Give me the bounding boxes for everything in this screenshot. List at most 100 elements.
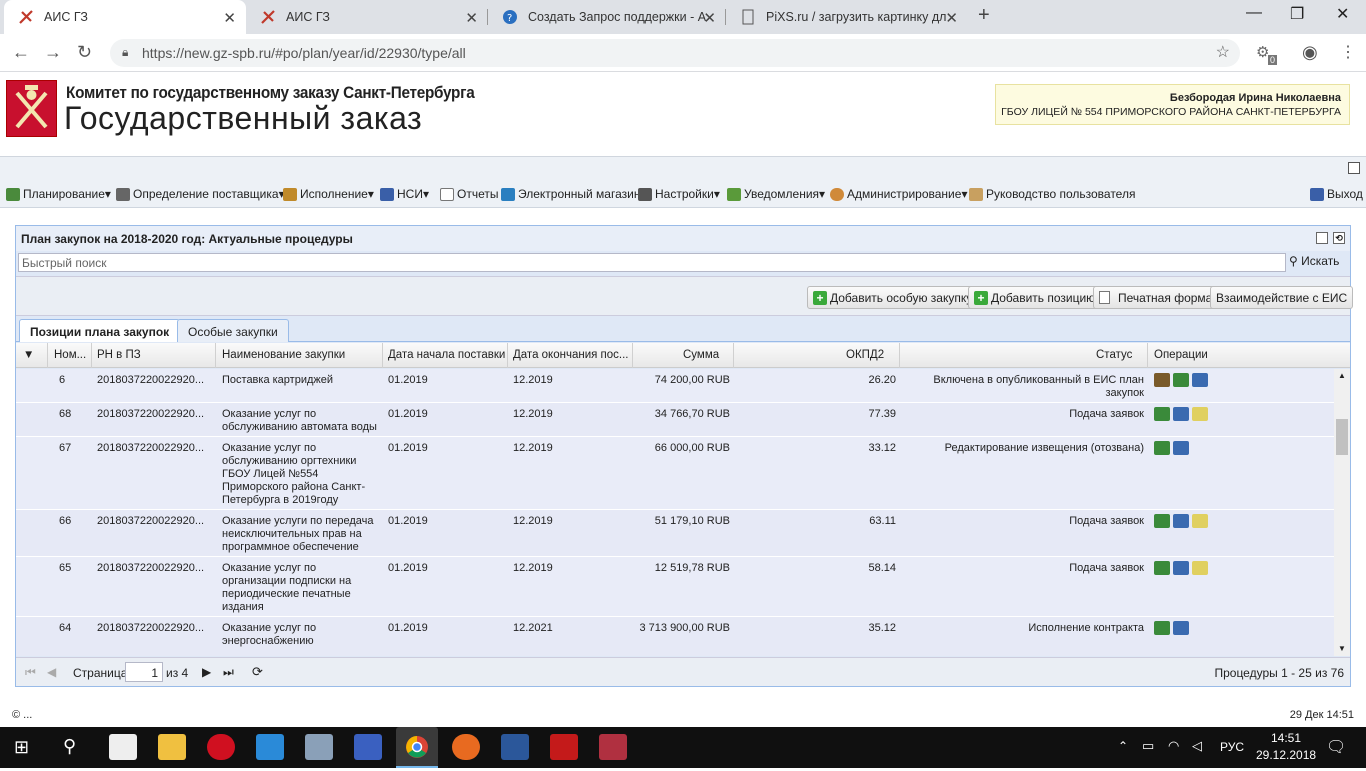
scanner-icon[interactable] xyxy=(305,734,333,760)
settings-icon[interactable] xyxy=(1154,441,1170,455)
refresh-grid-icon[interactable]: ⟳ xyxy=(252,664,263,680)
menu-planning[interactable]: Планирование ▾ xyxy=(6,187,111,201)
network-icon[interactable]: ▭ xyxy=(1142,738,1154,754)
internet-explorer-icon[interactable] xyxy=(256,734,284,760)
settings-icon[interactable] xyxy=(1154,514,1170,528)
chart-icon[interactable] xyxy=(1192,373,1208,387)
notifications-icon[interactable]: 🗨︎ xyxy=(1326,737,1346,757)
chrome-taskbar-button[interactable] xyxy=(396,727,438,768)
table-row[interactable]: 65 2018037220022920... Оказание услуг по о… xyxy=(16,557,1334,617)
logout-button[interactable]: Выход xyxy=(1310,187,1363,201)
print-form-button[interactable]: Печатная форма xyxy=(1093,286,1219,309)
profile-icon[interactable]: ◉ xyxy=(1302,42,1318,63)
next-page-icon[interactable]: ▶ xyxy=(202,665,211,679)
table-row[interactable]: 66 2018037220022920... Оказание услуги по … xyxy=(16,510,1334,557)
tab-special-purchases[interactable]: Особые закупки xyxy=(177,319,289,342)
prev-page-icon[interactable]: ◀ xyxy=(47,665,56,679)
opera-icon[interactable] xyxy=(207,734,235,760)
forward-icon[interactable]: → xyxy=(44,42,62,63)
close-window-icon[interactable]: ✕ xyxy=(1336,4,1349,24)
back-icon[interactable]: ← xyxy=(12,42,30,63)
table-row[interactable]: 6 2018037220022920... Поставка картриджей 0… xyxy=(16,369,1334,403)
reload-icon[interactable]: ↻ xyxy=(77,42,92,63)
tray-chevron-icon[interactable]: ⌃ xyxy=(1118,739,1128,753)
page-number-input[interactable]: 1 xyxy=(125,662,163,682)
col-header-rn[interactable]: РН в ПЗ xyxy=(97,349,141,361)
chart-icon[interactable] xyxy=(1173,514,1189,528)
search-icon[interactable]: ⚲ xyxy=(63,736,76,757)
settings-icon[interactable] xyxy=(1154,407,1170,421)
last-page-icon[interactable]: ⏭ xyxy=(223,665,234,680)
close-tab-icon[interactable]: ✕ xyxy=(465,9,478,27)
save-icon[interactable] xyxy=(354,734,382,760)
col-header-start[interactable]: Дата начала поставки xyxy=(388,349,505,361)
notes-icon[interactable] xyxy=(1192,514,1208,528)
settings-icon[interactable] xyxy=(1173,373,1189,387)
grid-scrollbar[interactable]: ▲ ▼ xyxy=(1334,369,1350,656)
tab-plan-positions[interactable]: Позиции плана закупок xyxy=(19,319,181,342)
bookmark-star-icon[interactable]: ☆ xyxy=(1216,42,1230,62)
menu-settings[interactable]: Настройки ▾ xyxy=(638,187,720,201)
menu-execution[interactable]: Исполнение ▾ xyxy=(283,187,374,201)
table-row[interactable]: 64 2018037220022920... Оказание услуг по э… xyxy=(16,617,1334,656)
app-icon[interactable] xyxy=(599,734,627,760)
new-tab-button[interactable]: + xyxy=(978,4,990,27)
add-special-purchase-button[interactable]: + Добавить особую закупку xyxy=(807,286,979,309)
clock-time[interactable]: 14:51 xyxy=(1266,731,1306,745)
browser-tab-3[interactable]: ? Создать Запрос поддержки - А ✕ xyxy=(488,0,726,34)
menu-reports[interactable]: Отчеты xyxy=(440,187,498,201)
minimize-icon[interactable]: — xyxy=(1246,4,1262,22)
settings-icon[interactable] xyxy=(1154,561,1170,575)
col-header-num[interactable]: Ном... xyxy=(54,349,86,361)
col-header-operations[interactable]: Операции xyxy=(1154,349,1208,361)
menu-notifications[interactable]: Уведомления ▾ xyxy=(727,187,825,201)
settings-icon[interactable] xyxy=(1154,621,1170,635)
chart-icon[interactable] xyxy=(1173,621,1189,635)
close-tab-icon[interactable]: ✕ xyxy=(945,9,958,27)
close-tab-icon[interactable]: ✕ xyxy=(223,9,236,27)
col-header-sum[interactable]: Сумма xyxy=(683,349,719,361)
menu-supplier[interactable]: Определение поставщика ▾ xyxy=(116,187,285,201)
browser-tab-4[interactable]: PiXS.ru / загрузить картинку дл ✕ xyxy=(726,0,968,34)
eis-interaction-button[interactable]: Взаимодействие с ЕИС xyxy=(1210,286,1354,309)
chart-icon[interactable] xyxy=(1173,407,1189,421)
add-position-button[interactable]: + Добавить позицию xyxy=(968,286,1102,309)
menu-user-guide[interactable]: Руководство пользователя xyxy=(969,187,1135,201)
menu-administration[interactable]: Администрирование ▾ xyxy=(830,187,967,201)
scroll-down-icon[interactable]: ▼ xyxy=(1338,644,1346,653)
quick-search-input[interactable]: Быстрый поиск xyxy=(18,253,1286,272)
refresh-panel-icon[interactable]: ⟲ xyxy=(1333,232,1345,244)
search-button[interactable]: ⚲ Искать xyxy=(1289,254,1339,268)
firefox-icon[interactable] xyxy=(452,734,480,760)
language-indicator[interactable]: РУС xyxy=(1220,740,1244,754)
browser-tab-2[interactable]: АИС ГЗ ✕ xyxy=(246,0,488,34)
mail-icon[interactable] xyxy=(109,734,137,760)
browser-tab-1[interactable]: АИС ГЗ ✕ xyxy=(4,0,246,34)
menu-e-shop[interactable]: Электронный магазин xyxy=(501,187,640,201)
word-icon[interactable] xyxy=(501,734,529,760)
chart-icon[interactable] xyxy=(1173,561,1189,575)
chart-icon[interactable] xyxy=(1173,441,1189,455)
notes-icon[interactable] xyxy=(1192,561,1208,575)
address-bar[interactable]: 🔒︎ https://new.gz-spb.ru/#po/plan/year/i… xyxy=(110,39,1240,67)
menu-nsi[interactable]: НСИ ▾ xyxy=(380,187,429,201)
table-row[interactable]: 68 2018037220022920... Оказание услуг по о… xyxy=(16,403,1334,437)
edit-icon[interactable] xyxy=(1154,373,1170,387)
filter-icon[interactable]: ▼ xyxy=(23,349,34,361)
col-header-end[interactable]: Дата окончания пос... xyxy=(513,349,629,361)
collapse-panel-icon[interactable] xyxy=(1316,232,1328,244)
scroll-thumb[interactable] xyxy=(1336,419,1348,455)
table-row[interactable]: 67 2018037220022920... Оказание услуг по о… xyxy=(16,437,1334,510)
folder-icon[interactable] xyxy=(158,734,186,760)
col-header-name[interactable]: Наименование закупки xyxy=(222,349,345,361)
collapse-header-icon[interactable] xyxy=(1348,162,1360,174)
first-page-icon[interactable]: ⏮ xyxy=(25,665,36,680)
notes-icon[interactable] xyxy=(1192,407,1208,421)
volume-icon[interactable]: ◁ xyxy=(1192,738,1202,754)
windows-start-icon[interactable]: ⊞ xyxy=(14,737,29,758)
acrobat-icon[interactable] xyxy=(550,734,578,760)
clock-date[interactable]: 29.12.2018 xyxy=(1256,748,1316,762)
wifi-icon[interactable]: ◠ xyxy=(1168,738,1179,754)
col-header-status[interactable]: Статус xyxy=(1096,349,1132,361)
menu-icon[interactable]: ⋮ xyxy=(1340,42,1356,62)
